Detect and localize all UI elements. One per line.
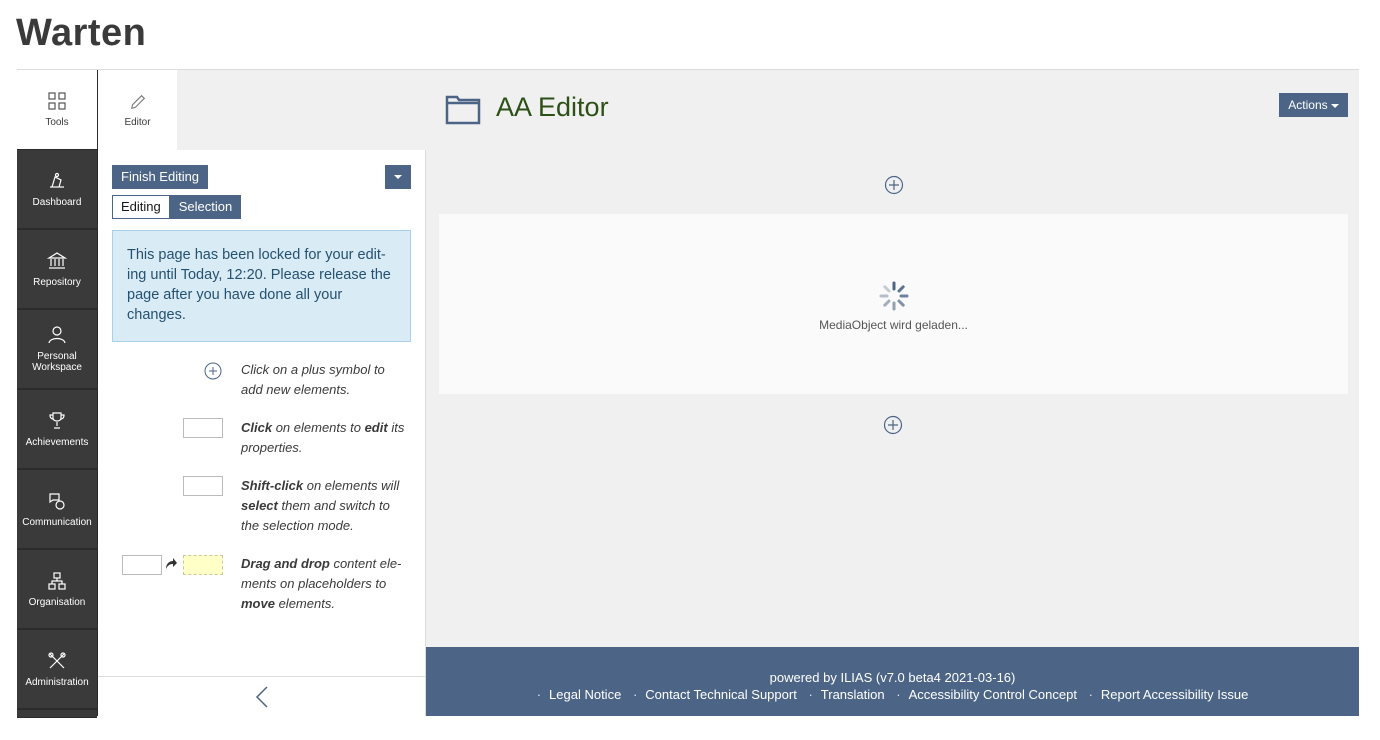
footer-link-translation[interactable]: Translation [821, 687, 885, 702]
org-icon [48, 571, 66, 590]
actions-label: Actions [1288, 98, 1328, 112]
mainbar-item-label: Repository [33, 276, 81, 288]
mainbar-more[interactable] [17, 710, 97, 718]
mode-selection-button[interactable]: Selection [169, 195, 242, 219]
tools-icon [48, 651, 66, 668]
mainbar-item-label: Administration [25, 676, 89, 688]
drop-placeholder [183, 555, 223, 575]
add-element-bottom-icon[interactable] [883, 415, 903, 435]
user-icon [48, 326, 66, 344]
content-title: AA Editor [496, 92, 609, 122]
actions-button[interactable]: Actions [1279, 93, 1348, 117]
help-shift-bold1: Shift-click [241, 478, 304, 493]
help-click: Click on elements to edit its properties… [241, 418, 406, 458]
bank-icon [47, 251, 67, 269]
mainbar-item-communication[interactable]: Communication [17, 470, 97, 549]
media-loading-text: MediaObject wird geladen... [819, 318, 968, 332]
help-drag-bold2: move [241, 596, 275, 611]
finish-editing-button[interactable]: Finish Editing [112, 165, 209, 189]
slate-tab-bar: Editor [98, 70, 426, 150]
element-placeholder [183, 418, 223, 438]
mode-editing-button[interactable]: Editing [112, 195, 170, 219]
lock-info-message: This page has been locked for your edit-… [112, 230, 411, 342]
mainbar-item-personal-workspace[interactable]: Personal Workspace [17, 310, 97, 389]
caret-down-icon [1331, 104, 1339, 108]
slate-footer [98, 676, 426, 716]
grid-icon [48, 92, 66, 110]
mainbar-item-label: Tools [45, 117, 69, 128]
mainbar-item-repository[interactable]: Repository [17, 230, 97, 309]
footer-links: · Legal Notice · Contact Technical Support… [536, 687, 1249, 702]
mainbar-item-achievements[interactable]: Achievements [17, 390, 97, 469]
element-placeholder [122, 555, 162, 575]
app-frame: Tools Dashboard Repository Personal Work… [17, 69, 1359, 718]
tab-label: Editor [124, 116, 151, 128]
footer-link-legal-notice[interactable]: Legal Notice [549, 687, 621, 702]
page-title: Warten [16, 12, 147, 54]
help-plus-line1: Click on a plus symbol to [241, 362, 385, 377]
main-bar: Tools Dashboard Repository Personal Work… [17, 70, 98, 718]
help-drag-bold1: Drag and drop [241, 556, 330, 571]
help-shift-click: Shift-click on elements will select them… [241, 476, 406, 536]
plus-circle-icon [204, 362, 222, 380]
help-plus: Click on a plus symbol to add new elemen… [241, 360, 406, 400]
help-shift-bold2: select [241, 498, 278, 513]
mode-switch: Editing Selection [112, 195, 242, 219]
arrow-right-icon [166, 558, 177, 569]
mainbar-item-label: Communication [22, 516, 92, 528]
tools-slate: Editor Finish Editing Editing Selection … [98, 70, 426, 716]
mainbar-item-administration[interactable]: Administration [17, 630, 97, 709]
help-click-text1: on elements to [272, 420, 365, 435]
mainbar-item-label: Personal Workspace [32, 351, 82, 373]
mainbar-item-tools[interactable]: Tools [17, 70, 97, 150]
chevron-left-icon[interactable] [255, 685, 269, 709]
help-plus-line2: add new elements. [241, 382, 351, 397]
powered-by-text: powered by ILIAS (v7.0 beta4 2021-03-16) [769, 670, 1016, 685]
main-content: AA Editor Actions MediaObject wird gelad… [426, 70, 1359, 647]
help-click-bold2: edit [364, 420, 388, 435]
chat-icon [49, 492, 65, 510]
media-object-placeholder[interactable]: MediaObject wird geladen... [439, 214, 1348, 394]
add-element-top-icon[interactable] [884, 175, 904, 195]
help-shift-text1: on elements will [303, 478, 400, 493]
trophy-icon [49, 411, 65, 429]
help-drag-text2: elements. [274, 596, 335, 611]
element-placeholder [183, 476, 223, 496]
caret-down-icon [394, 175, 402, 179]
mainbar-item-dashboard[interactable]: Dashboard [17, 150, 97, 229]
help-click-bold1: Click [241, 420, 273, 435]
pencil-icon [130, 94, 145, 109]
dashboard-icon [50, 172, 64, 188]
tab-editor[interactable]: Editor [98, 70, 177, 150]
mainbar-item-label: Dashboard [32, 196, 82, 208]
loading-spinner-icon [879, 281, 909, 311]
footer-link-report-accessibility[interactable]: Report Accessibility Issue [1101, 687, 1248, 702]
footer-link-contact-support[interactable]: Contact Technical Support [645, 687, 797, 702]
footer-link-accessibility-concept[interactable]: Accessibility Control Concept [909, 687, 1077, 702]
mainbar-item-label: Achievements [25, 436, 89, 448]
mainbar-item-label: Organisation [28, 596, 86, 608]
mainbar-item-organisation[interactable]: Organisation [17, 550, 97, 629]
help-drag-drop: Drag and drop content ele-ments on place… [241, 554, 406, 614]
folder-icon [445, 95, 481, 125]
page-footer: powered by ILIAS (v7.0 beta4 2021-03-16)… [426, 647, 1359, 716]
editor-dropdown-button[interactable] [385, 165, 411, 189]
